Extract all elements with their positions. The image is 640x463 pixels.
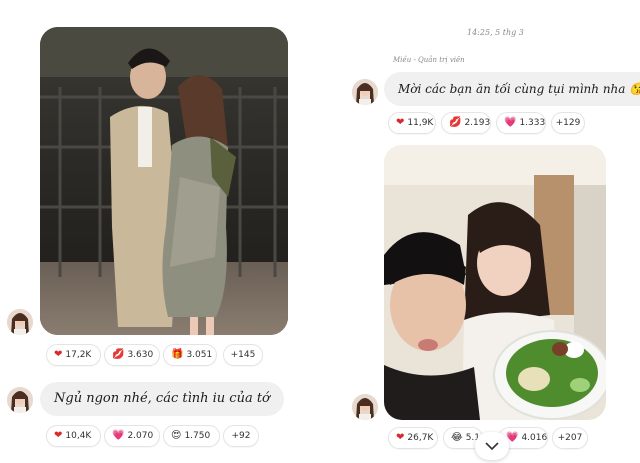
heart-icon: ❤	[396, 117, 405, 128]
reaction-count: 1.333	[519, 118, 546, 128]
timestamp: 14:25, 5 thg 3	[467, 28, 524, 37]
reaction-heart[interactable]: ❤ 26,7K	[388, 427, 438, 449]
reaction-more[interactable]: +92	[223, 425, 259, 447]
reaction-heart[interactable]: ❤ 11,9K	[388, 112, 436, 134]
reaction-love-face[interactable]: 😍 1.750	[163, 425, 220, 447]
reaction-count: 2.193	[464, 118, 491, 128]
laugh-icon: 😂	[451, 432, 463, 443]
reaction-more[interactable]: +207	[552, 427, 588, 449]
sender-avatar[interactable]	[352, 79, 378, 105]
reaction-more[interactable]: +129	[551, 112, 585, 134]
heart-icon: ❤	[54, 430, 63, 441]
heart-face-icon: 💗	[112, 430, 125, 441]
chevron-down-icon	[485, 441, 499, 450]
reaction-more[interactable]: +145	[223, 344, 263, 366]
reaction-count: 26,7K	[407, 433, 434, 443]
reaction-heart-face[interactable]: 💗 2.070	[104, 425, 160, 447]
reaction-count: 17,2K	[65, 350, 92, 360]
reaction-count: 3.630	[127, 350, 154, 360]
reaction-heart-face[interactable]: 💗 1.333	[496, 112, 546, 134]
reaction-kiss[interactable]: 💋 2.193	[441, 112, 491, 134]
sender-avatar[interactable]	[7, 309, 33, 335]
kiss-fire-icon: 💋	[112, 349, 125, 360]
reaction-count: 2.070	[127, 431, 154, 441]
reaction-gift[interactable]: 🎁 3.051	[163, 344, 217, 366]
reaction-heart[interactable]: ❤ 10,4K	[46, 425, 101, 447]
reaction-count: +129	[555, 118, 581, 128]
gift-icon: 🎁	[171, 349, 184, 360]
reaction-kiss-fire[interactable]: 💋 3.630	[104, 344, 160, 366]
sender-avatar[interactable]	[7, 387, 33, 413]
reaction-count: +207	[557, 433, 583, 443]
selfie-photo[interactable]	[384, 145, 606, 420]
sender-label: Miều - Quản trị viên	[393, 56, 465, 64]
reaction-count: 4.016	[521, 433, 548, 443]
love-face-icon: 😍	[171, 430, 182, 441]
message-bubble[interactable]: Ngủ ngon nhé, các tình iu của tớ	[40, 382, 284, 416]
reaction-count: 11,9K	[407, 118, 434, 128]
reaction-count: 10,4K	[65, 431, 92, 441]
message-bubble[interactable]: Mời các bạn ăn tối cùng tụi mình nha 😘	[384, 72, 640, 106]
couple-photo[interactable]	[40, 27, 288, 335]
reaction-heart[interactable]: ❤ 17,2K	[46, 344, 101, 366]
heart-face-icon: 💗	[504, 117, 517, 128]
scroll-down-button[interactable]	[475, 432, 509, 460]
reaction-count: 3.051	[186, 350, 213, 360]
heart-icon: ❤	[54, 349, 63, 360]
sender-avatar[interactable]	[352, 394, 378, 420]
reaction-count: 1.750	[184, 431, 211, 441]
heart-icon: ❤	[396, 432, 405, 443]
reaction-count: +92	[231, 431, 251, 441]
reaction-count: +145	[230, 350, 256, 360]
kiss-icon: 💋	[449, 117, 462, 128]
